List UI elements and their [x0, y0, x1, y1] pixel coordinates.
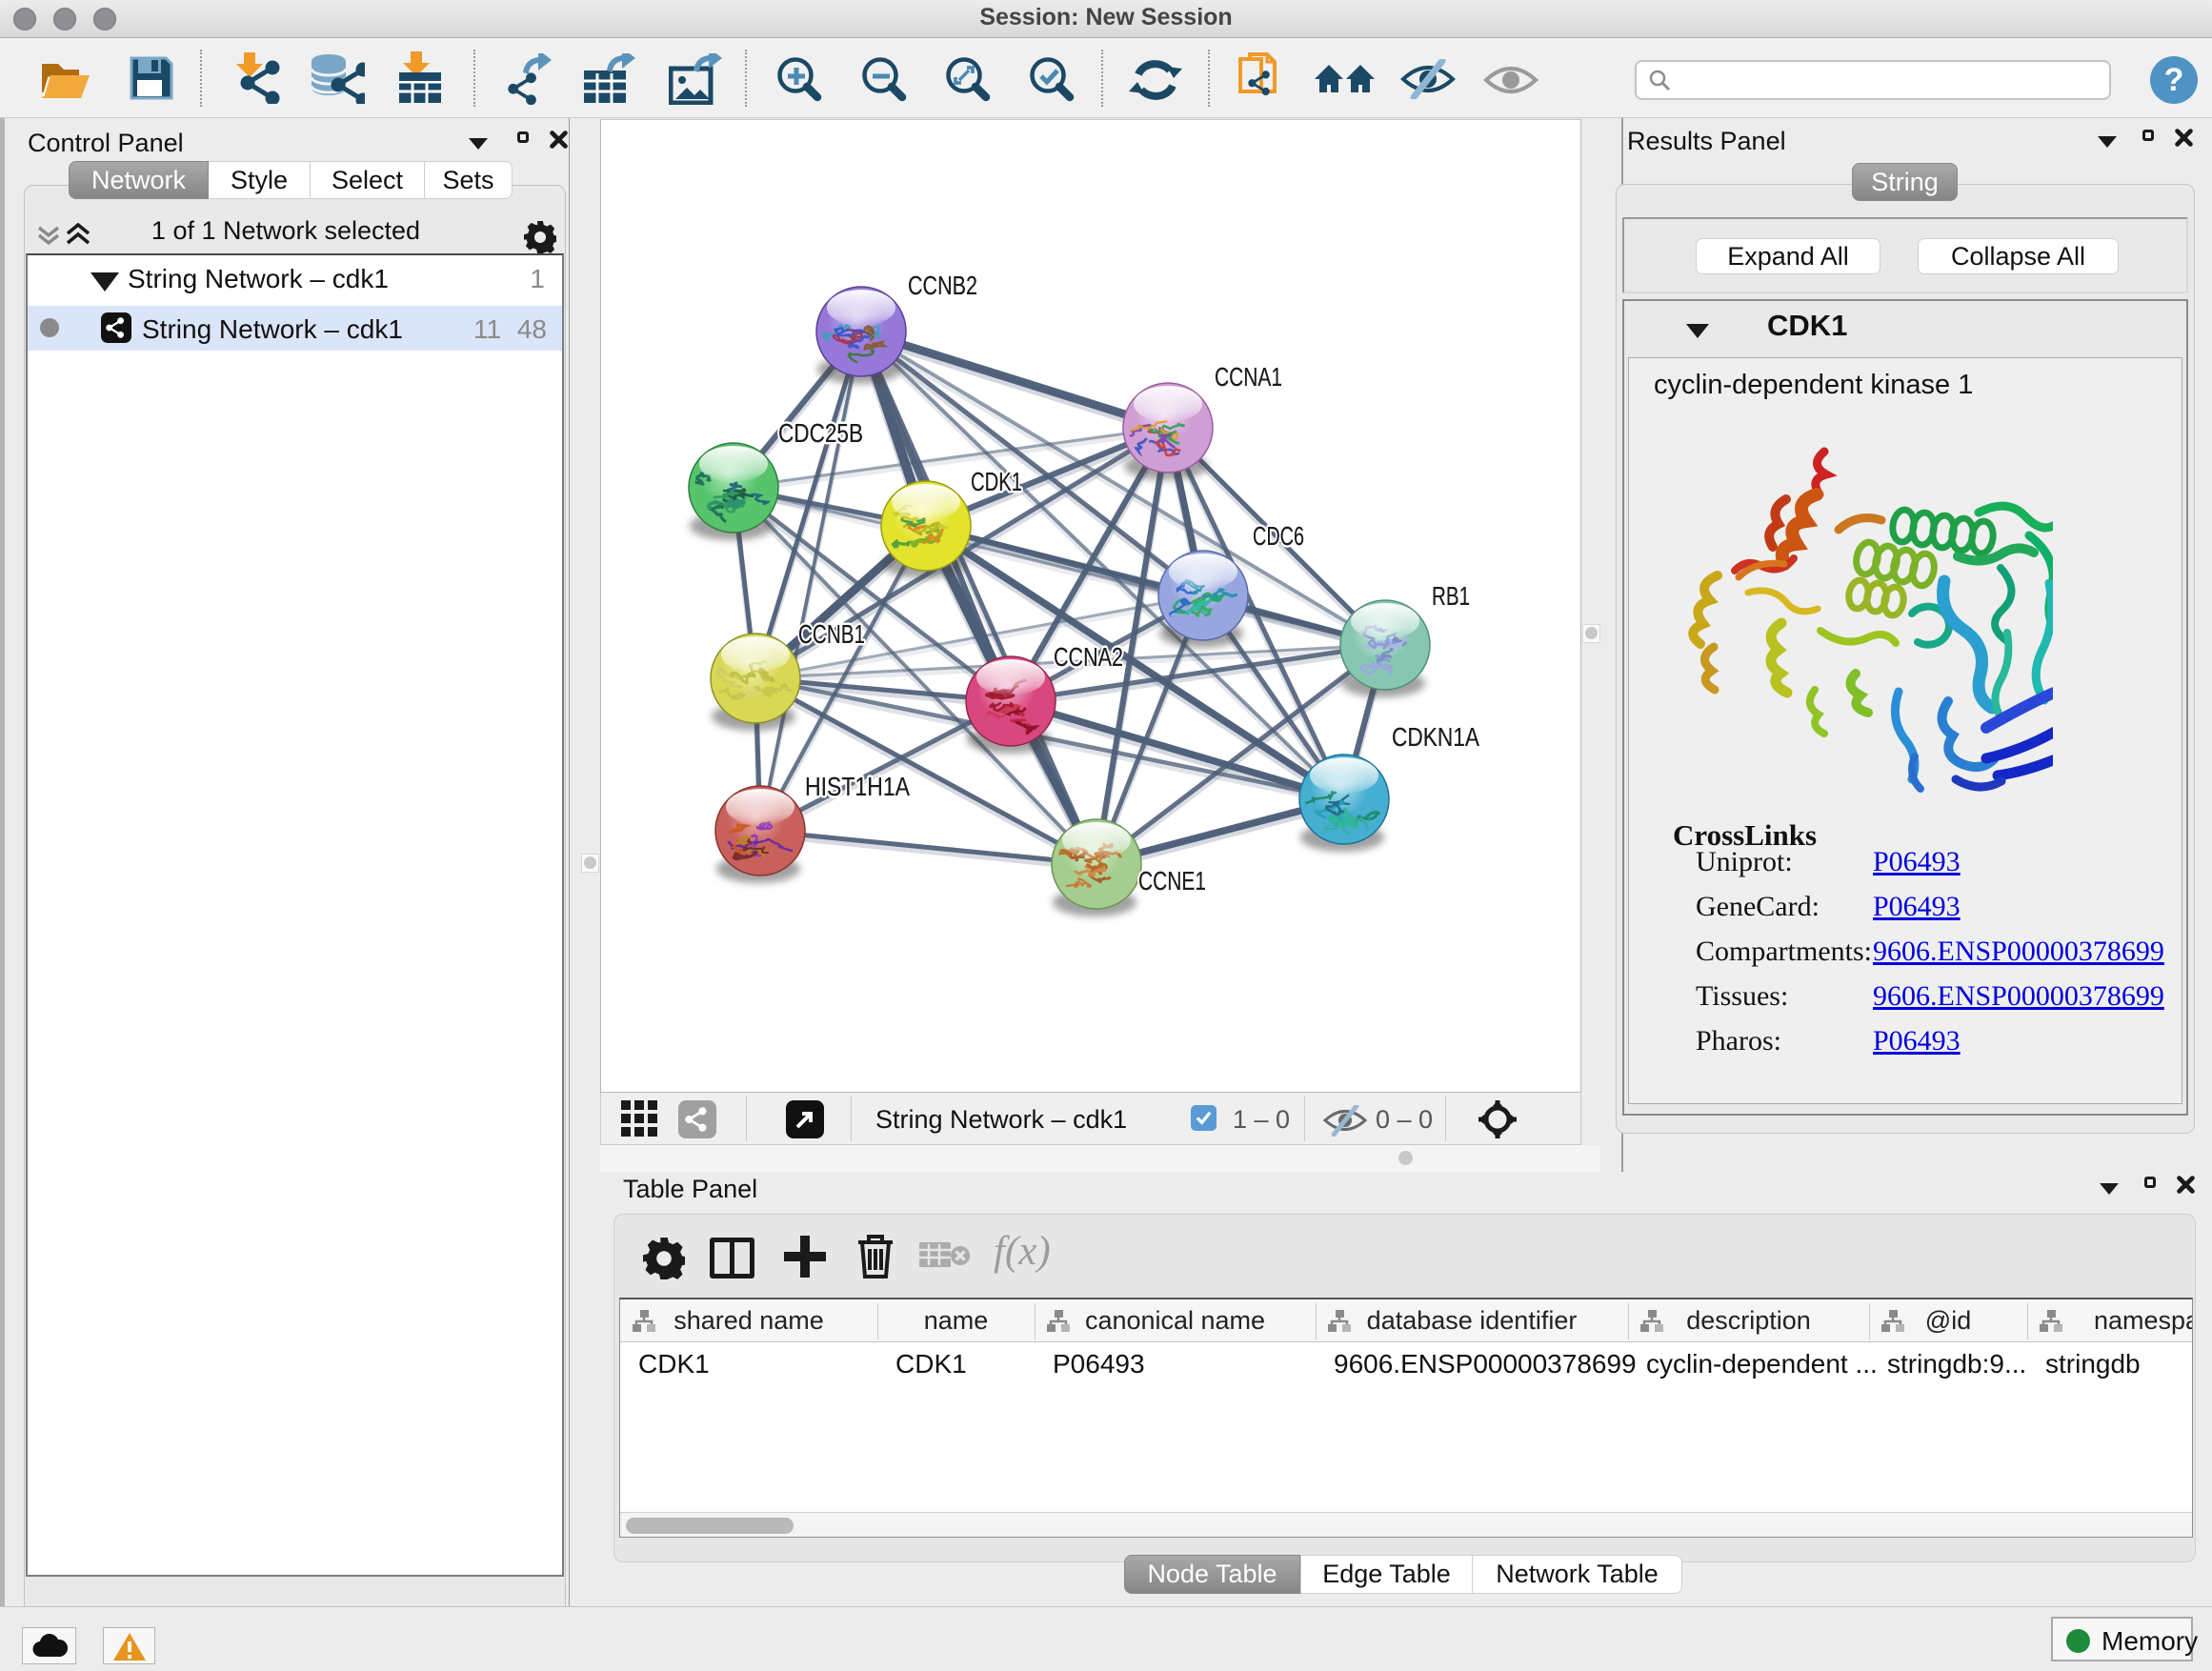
svg-text:RB1: RB1: [1432, 581, 1470, 611]
svg-text:CDC25B: CDC25B: [778, 418, 863, 448]
svg-text:CCNA2: CCNA2: [1054, 642, 1123, 672]
svg-text:CDC6: CDC6: [1253, 521, 1304, 551]
svg-text:CCNE1: CCNE1: [1138, 866, 1206, 896]
svg-text:CCNA1: CCNA1: [1215, 362, 1282, 392]
svg-text:CDKN1A: CDKN1A: [1392, 722, 1479, 752]
svg-text:?: ?: [2164, 62, 2184, 98]
svg-text:CCNB2: CCNB2: [908, 271, 977, 300]
svg-text:CDK1: CDK1: [971, 467, 1022, 496]
svg-text:CCNB1: CCNB1: [798, 619, 865, 649]
svg-text:HIST1H1A: HIST1H1A: [805, 772, 910, 801]
